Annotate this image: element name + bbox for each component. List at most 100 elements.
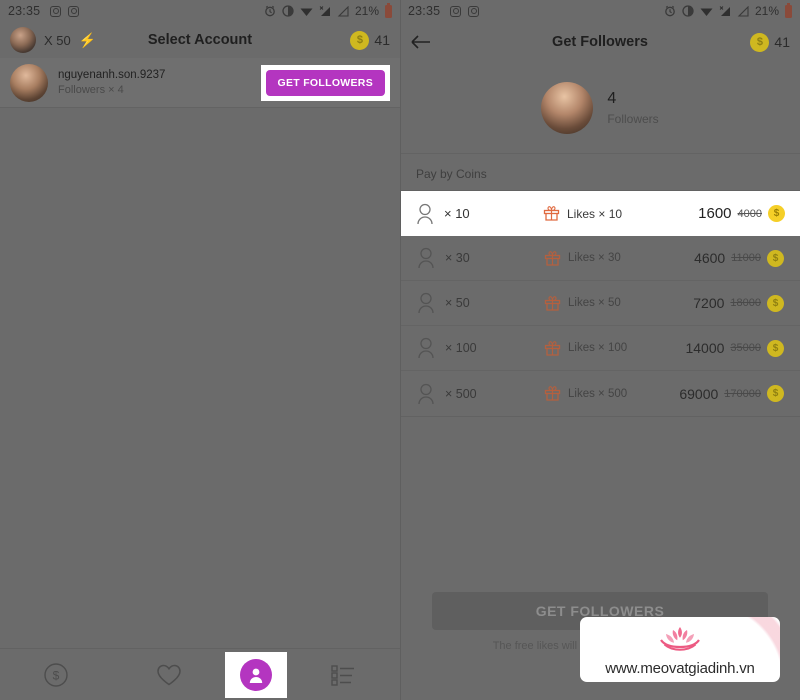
package-price: 14000	[685, 340, 725, 356]
account-info: nguyenanh.son.9237 Followers × 4	[58, 69, 165, 96]
person-icon	[418, 383, 434, 404]
package-old-price: 4000	[737, 207, 762, 220]
signal-icon	[737, 5, 749, 17]
get-followers-button[interactable]: GET FOLLOWERS	[265, 69, 385, 96]
boost-count: X 50	[44, 32, 71, 48]
package-row[interactable]: × 10 Likes × 10 1600 4000 $	[400, 191, 800, 236]
package-quantity: × 10	[415, 203, 543, 225]
alarm-icon	[665, 5, 675, 17]
dnd-icon	[682, 5, 694, 17]
status-notification-icons	[50, 5, 80, 17]
follower-stats: 4 Followers	[607, 90, 658, 126]
watermark-overlay: www.meovatgiadinh.vn	[580, 617, 780, 682]
instagram-icon	[468, 5, 480, 17]
signal-icon	[319, 5, 330, 16]
nav-item-tasks[interactable]	[287, 649, 400, 700]
dual-screenshot-composite: 23:35 21% X 50 ⚡ Select Account $ 41 ngu…	[0, 0, 800, 700]
package-quantity: × 500	[416, 383, 544, 405]
account-followers: Followers × 4	[58, 84, 124, 96]
wifi-icon	[300, 8, 313, 16]
package-bonus: Likes × 30	[544, 250, 694, 267]
package-bonus: Likes × 10	[543, 205, 698, 222]
avatar	[10, 63, 48, 102]
alarm-icon	[265, 5, 275, 17]
package-pricing: 14000 35000 $	[685, 339, 784, 357]
package-likes-label: Likes × 30	[568, 252, 621, 264]
signal-icon	[337, 5, 349, 17]
package-pricing: 7200 18000 $	[693, 294, 784, 312]
package-bonus: Likes × 100	[544, 340, 685, 357]
back-arrow-icon[interactable]	[410, 31, 432, 53]
package-quantity: × 30	[416, 247, 544, 269]
dollar-circle-icon: $	[44, 662, 69, 687]
battery-icon	[785, 2, 792, 18]
wifi-icon	[700, 8, 713, 16]
lightning-bolt-icon: ⚡	[78, 31, 97, 48]
package-row[interactable]: × 500 Likes × 500 69000 170000 $	[400, 371, 800, 416]
package-row[interactable]: × 100 Likes × 100 14000 35000 $	[400, 326, 800, 371]
gift-icon	[543, 206, 560, 221]
package-quantity: × 100	[416, 337, 544, 359]
status-time: 23:35	[408, 4, 441, 18]
page-title: Get Followers	[552, 34, 648, 50]
instagram-icon	[50, 5, 62, 17]
nav-item-likes[interactable]	[113, 649, 226, 700]
right-phone-screen: 23:35 21% Get Followers $ 41 4 Followers…	[400, 0, 800, 700]
package-old-price: 11000	[731, 252, 761, 264]
app-bar-left: X 50 ⚡ Select Account $ 41	[0, 22, 400, 58]
package-list: × 10 Likes × 10 1600 4000 $ × 30 Likes ×…	[400, 190, 800, 417]
package-likes-label: Likes × 50	[568, 297, 621, 309]
coin-balance[interactable]: $ 41	[750, 32, 790, 52]
list-icon	[330, 664, 354, 686]
person-icon	[418, 292, 434, 314]
lotus-flower-icon	[651, 623, 709, 658]
account-name: nguyenanh.son.9237	[58, 69, 166, 81]
coin-icon: $	[767, 339, 784, 357]
package-price: 1600	[698, 205, 732, 222]
package-price: 69000	[679, 385, 719, 402]
package-likes-label: Likes × 500	[568, 387, 628, 400]
nav-item-coins[interactable]: $	[0, 649, 113, 700]
gift-icon	[544, 250, 561, 266]
svg-text:$: $	[53, 668, 60, 682]
follower-label: Followers	[607, 111, 659, 126]
section-label-pay-by-coins: Pay by Coins	[416, 167, 487, 181]
status-bar-left: 23:35 21%	[0, 0, 400, 22]
package-qty-label: × 30	[445, 251, 470, 265]
package-old-price: 35000	[730, 342, 761, 354]
status-bar-right: 23:35 21%	[400, 0, 800, 22]
bottom-navigation: $	[0, 648, 400, 700]
signal-icon	[719, 5, 730, 16]
package-likes-label: Likes × 100	[568, 342, 628, 354]
gift-icon	[544, 386, 561, 401]
person-icon	[418, 337, 434, 359]
instagram-icon	[68, 5, 80, 17]
package-qty-label: × 500	[445, 386, 477, 401]
battery-percent: 21%	[754, 4, 779, 18]
account-list-item[interactable]: nguyenanh.son.9237 Followers × 4 GET FOL…	[0, 58, 400, 108]
package-row[interactable]: × 50 Likes × 50 7200 18000 $	[400, 281, 800, 326]
coin-icon: $	[350, 30, 370, 50]
package-old-price: 170000	[724, 387, 761, 400]
coin-icon: $	[768, 205, 785, 222]
get-followers-highlight: GET FOLLOWERS	[260, 64, 390, 101]
package-pricing: 4600 11000 $	[694, 249, 784, 267]
gift-icon	[544, 340, 561, 356]
nav-item-account[interactable]	[225, 651, 288, 698]
app-bar-right: Get Followers $ 41	[400, 22, 800, 62]
person-icon	[240, 658, 273, 691]
heart-icon	[157, 664, 181, 685]
coin-balance[interactable]: $ 41	[350, 30, 390, 50]
package-row[interactable]: × 30 Likes × 30 4600 11000 $	[400, 236, 800, 281]
boost-indicator[interactable]: X 50 ⚡	[10, 27, 96, 53]
package-pricing: 69000 170000 $	[679, 385, 784, 402]
status-notification-icons	[450, 5, 480, 17]
package-old-price: 18000	[730, 297, 761, 309]
avatar	[10, 27, 36, 53]
status-system-icons: 21%	[664, 2, 792, 18]
profile-summary: 4 Followers	[400, 62, 800, 154]
follower-count: 4	[607, 89, 617, 107]
battery-icon	[385, 2, 392, 18]
person-icon	[417, 203, 433, 224]
coin-icon: $	[750, 32, 770, 52]
